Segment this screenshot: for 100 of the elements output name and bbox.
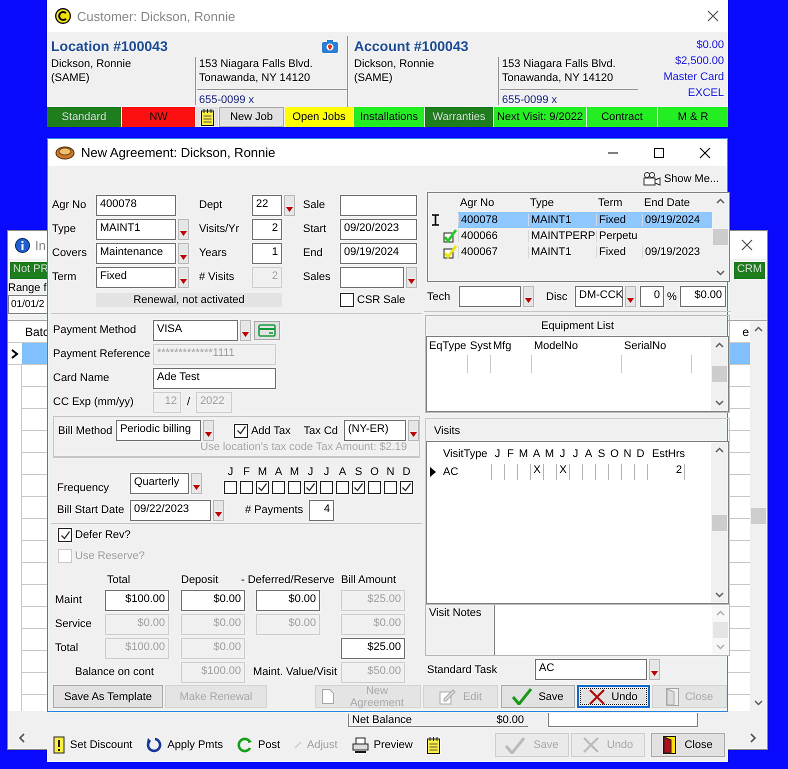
input-field[interactable]: $0.00 bbox=[680, 286, 726, 307]
input-field[interactable]: Fixed bbox=[96, 266, 176, 288]
status-tag[interactable]: Next Visit: 9/2022 bbox=[494, 107, 586, 127]
save-button[interactable]: Save bbox=[501, 685, 575, 708]
checkbox[interactable] bbox=[272, 481, 285, 494]
input-field[interactable]: DM-CCK bbox=[575, 286, 623, 307]
dropdown-button[interactable] bbox=[240, 320, 251, 340]
amount-field[interactable]: $0.00 bbox=[181, 590, 245, 610]
dropdown-button[interactable] bbox=[203, 420, 214, 441]
close-icon[interactable] bbox=[741, 239, 753, 251]
input-field[interactable] bbox=[340, 266, 404, 288]
toolbar-button[interactable]: Apply Pmts bbox=[144, 733, 234, 757]
new-job-button[interactable]: New Job bbox=[219, 107, 284, 127]
show-me-button[interactable]: Show Me... bbox=[642, 172, 719, 186]
input-field[interactable]: AC bbox=[535, 659, 647, 680]
maximize-icon[interactable] bbox=[653, 146, 665, 158]
dropdown-button[interactable] bbox=[213, 500, 224, 520]
scroll-right-icon[interactable] bbox=[750, 733, 757, 743]
checkbox[interactable] bbox=[58, 528, 72, 542]
checkbox[interactable] bbox=[288, 481, 301, 494]
checkbox[interactable] bbox=[400, 481, 413, 494]
input-field[interactable]: 09/19/2024 bbox=[340, 242, 417, 264]
checkbox[interactable] bbox=[224, 481, 237, 494]
status-tag[interactable]: NW bbox=[122, 107, 195, 127]
dropdown-button[interactable] bbox=[408, 420, 419, 441]
dropdown-button[interactable] bbox=[178, 218, 189, 240]
dropdown-button[interactable] bbox=[406, 266, 417, 288]
dropdown-button[interactable] bbox=[284, 194, 295, 216]
input-field[interactable]: 09/22/2023 bbox=[130, 500, 211, 520]
input-field[interactable]: Quarterly bbox=[130, 473, 189, 494]
checkbox[interactable] bbox=[368, 481, 381, 494]
table-row[interactable]: 400078 MAINT1 Fixed 09/19/2024 bbox=[458, 212, 712, 228]
camera-icon[interactable] bbox=[321, 38, 339, 54]
status-tag[interactable]: Contract bbox=[587, 107, 657, 127]
month-cell[interactable]: X bbox=[556, 464, 569, 480]
input-field[interactable]: MAINT1 bbox=[96, 218, 176, 240]
checkbox[interactable] bbox=[340, 293, 354, 307]
notes-field[interactable] bbox=[494, 605, 729, 655]
undo-button[interactable]: Undo bbox=[577, 685, 650, 708]
input-field[interactable]: Periodic billing bbox=[116, 420, 202, 441]
scrollbar[interactable] bbox=[711, 442, 728, 603]
status-tag[interactable]: Open Jobs bbox=[285, 107, 353, 127]
amount-field[interactable]: $100.00 bbox=[105, 590, 169, 610]
status-tag[interactable]: CRM bbox=[734, 262, 765, 279]
scrollbar-thumb[interactable] bbox=[713, 229, 728, 245]
input-field[interactable]: 0 bbox=[640, 286, 664, 307]
scrollbar-thumb[interactable] bbox=[751, 508, 766, 524]
scrollbar-thumb[interactable] bbox=[713, 622, 728, 638]
scrollbar-thumb[interactable] bbox=[712, 366, 727, 382]
month-cell[interactable]: X bbox=[530, 464, 543, 480]
input-field[interactable]: 22 bbox=[252, 194, 282, 216]
scrollbar-thumb[interactable] bbox=[712, 514, 727, 530]
card-button[interactable] bbox=[254, 320, 280, 340]
dropdown-button[interactable] bbox=[649, 659, 660, 680]
input-field[interactable]: Ade Test bbox=[153, 368, 276, 388]
close-icon[interactable] bbox=[707, 10, 719, 22]
dropdown-button[interactable] bbox=[178, 242, 189, 264]
input-field[interactable] bbox=[459, 286, 521, 307]
cross-icon bbox=[589, 688, 606, 704]
input-field[interactable]: 1 bbox=[252, 242, 282, 264]
dropdown-button[interactable] bbox=[523, 286, 534, 307]
input-field[interactable]: 4 bbox=[309, 500, 334, 520]
checkbox[interactable] bbox=[320, 481, 333, 494]
scroll-up-icon bbox=[715, 447, 724, 453]
input-field[interactable]: 09/20/2023 bbox=[340, 218, 417, 240]
status-tag[interactable]: Installations bbox=[354, 107, 424, 127]
status-tag[interactable]: Standard bbox=[47, 107, 121, 127]
dropdown-button[interactable] bbox=[191, 473, 202, 494]
toolbar-button[interactable]: Post bbox=[235, 733, 290, 757]
input-field[interactable] bbox=[340, 194, 417, 216]
input-field[interactable]: Maintenance bbox=[96, 242, 176, 264]
checkbox[interactable] bbox=[384, 481, 397, 494]
scroll-left-icon[interactable] bbox=[18, 733, 25, 743]
checkbox[interactable] bbox=[234, 424, 248, 438]
status-tag[interactable]: M & R bbox=[658, 107, 728, 127]
toolbar-button[interactable]: Preview bbox=[350, 733, 423, 757]
status-tag[interactable]: Warranties bbox=[425, 107, 493, 127]
toolbar-button[interactable]: Set Discount bbox=[51, 733, 142, 757]
input-field[interactable]: 400078 bbox=[96, 194, 176, 216]
checkbox[interactable] bbox=[240, 481, 253, 494]
checkbox[interactable] bbox=[336, 481, 349, 494]
scrollbar[interactable] bbox=[712, 605, 729, 655]
amount-field[interactable]: $25.00 bbox=[341, 638, 405, 658]
amount-field[interactable]: $0.00 bbox=[256, 590, 320, 610]
input-field[interactable]: VISA bbox=[153, 320, 238, 340]
field-label: Tax Cd bbox=[304, 424, 339, 436]
checkbox[interactable] bbox=[304, 481, 317, 494]
dropdown-button[interactable] bbox=[178, 266, 189, 288]
checkbox[interactable] bbox=[256, 481, 269, 494]
checkbox[interactable] bbox=[352, 481, 365, 494]
scrollbar[interactable] bbox=[711, 337, 728, 411]
input-field[interactable]: 2 bbox=[252, 218, 282, 240]
table-row[interactable]: 400066 MAINTPERP Perpetu bbox=[458, 228, 642, 244]
scrollbar[interactable] bbox=[750, 321, 767, 711]
close-icon[interactable] bbox=[699, 146, 711, 158]
input-field[interactable]: (NY-ER) bbox=[344, 420, 406, 441]
dropdown-button[interactable] bbox=[625, 286, 636, 307]
close-button[interactable]: Close bbox=[651, 733, 725, 757]
dialog-button[interactable]: Save As Template bbox=[53, 685, 163, 708]
input-field[interactable] bbox=[548, 713, 698, 727]
